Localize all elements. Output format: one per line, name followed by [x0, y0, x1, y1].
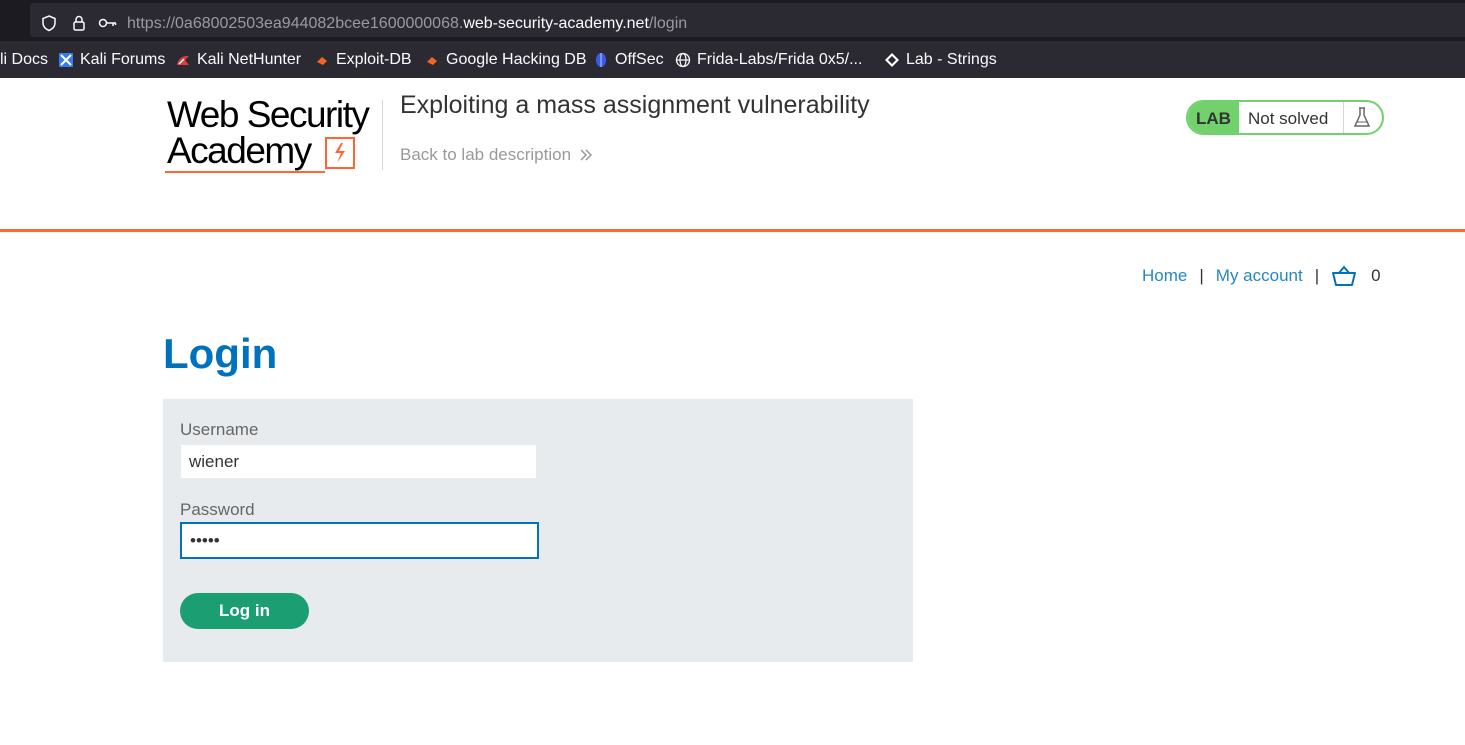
url-text[interactable]: https://0a68002503ea944082bcee1600000068…: [127, 14, 687, 34]
nav-separator: |: [1199, 266, 1204, 285]
bookmark-label: Kali Forums: [80, 51, 166, 68]
ghdb-icon: [427, 57, 437, 65]
kali-nethunter-icon: [177, 55, 189, 65]
nav-home-link[interactable]: Home: [1142, 266, 1187, 286]
exploit-db-icon: [317, 57, 327, 65]
bookmark-offsec[interactable]: OffSec: [593, 50, 664, 70]
bookmark-label: Kali NetHunter: [197, 51, 302, 68]
bookmark-frida-labs[interactable]: Frida-Labs/Frida 0x5/...: [675, 50, 862, 70]
browser-url-bar: https://0a68002503ea944082bcee1600000068…: [0, 0, 1465, 40]
password-input[interactable]: [180, 522, 539, 559]
lock-icon[interactable]: [70, 14, 88, 32]
address-field[interactable]: https://0a68002503ea944082bcee1600000068…: [30, 3, 1465, 37]
bookmark-label: Lab - Strings: [906, 51, 997, 68]
logo-text-line1: Web Security: [167, 94, 370, 135]
bookmark-kali-nethunter[interactable]: Kali NetHunter: [175, 50, 301, 70]
nav-separator: |: [1314, 266, 1320, 285]
bookmark-label: Exploit-DB: [336, 51, 412, 68]
flask-icon: [1343, 102, 1382, 133]
key-icon[interactable]: [98, 14, 118, 32]
cart-icon[interactable]: [1331, 265, 1357, 287]
lab-badge-label: LAB: [1188, 102, 1239, 133]
username-label: Username: [180, 420, 259, 439]
url-host: web-security-academy.net: [463, 15, 649, 32]
header-divider: [382, 100, 383, 170]
logo-underline: [165, 171, 325, 173]
bookmark-google-hacking-db[interactable]: Google Hacking DB: [424, 50, 587, 70]
back-link-label: Back to lab description: [400, 145, 572, 164]
header-rule: [0, 229, 1465, 232]
url-path: /login: [648, 15, 688, 32]
double-chevron-right-icon: [580, 149, 593, 161]
username-input[interactable]: [180, 444, 537, 479]
bookmark-label: Google Hacking DB: [446, 51, 587, 68]
bookmarks-toolbar: li Docs Kali Forums Kali NetHunter Explo…: [0, 40, 1465, 78]
lab-title: Exploiting a mass assignment vulnerabili…: [400, 91, 870, 119]
globe-icon: [675, 52, 691, 68]
back-to-lab-description-link[interactable]: Back to lab description: [400, 145, 593, 165]
top-nav: Home | My account | 0: [1142, 265, 1381, 287]
login-button[interactable]: Log in: [180, 593, 309, 629]
bookmark-label: li Docs: [0, 51, 49, 68]
bookmark-kali-docs[interactable]: li Docs: [0, 50, 48, 70]
login-form: Username Password Log in: [163, 399, 913, 662]
offsec-icon: [596, 53, 606, 67]
bookmark-kali-forums[interactable]: Kali Forums: [58, 50, 165, 70]
bookmark-exploit-db[interactable]: Exploit-DB: [314, 50, 412, 70]
lab-status-badge: LAB Not solved: [1186, 100, 1384, 135]
bookmark-lab-strings[interactable]: Lab - Strings: [884, 50, 997, 70]
password-label: Password: [180, 500, 255, 519]
logo-lightning-icon: [325, 137, 355, 169]
lab-strings-icon: [885, 53, 899, 67]
url-prefix: https://0a68002503ea944082bcee1600000068…: [127, 15, 464, 32]
web-security-academy-logo[interactable]: Web Security Academy: [165, 95, 380, 180]
bookmark-label: Frida-Labs/Frida 0x5/...: [697, 51, 863, 68]
bookmark-label: OffSec: [615, 51, 664, 68]
kali-forums-icon: [59, 53, 73, 67]
logo-text-line2: Academy: [167, 130, 312, 171]
shield-icon[interactable]: [40, 14, 58, 32]
nav-my-account-link[interactable]: My account: [1216, 266, 1303, 286]
cart-count: 0: [1371, 266, 1381, 285]
lab-status-text: Not solved: [1248, 109, 1329, 128]
page-title: Login: [163, 330, 278, 377]
